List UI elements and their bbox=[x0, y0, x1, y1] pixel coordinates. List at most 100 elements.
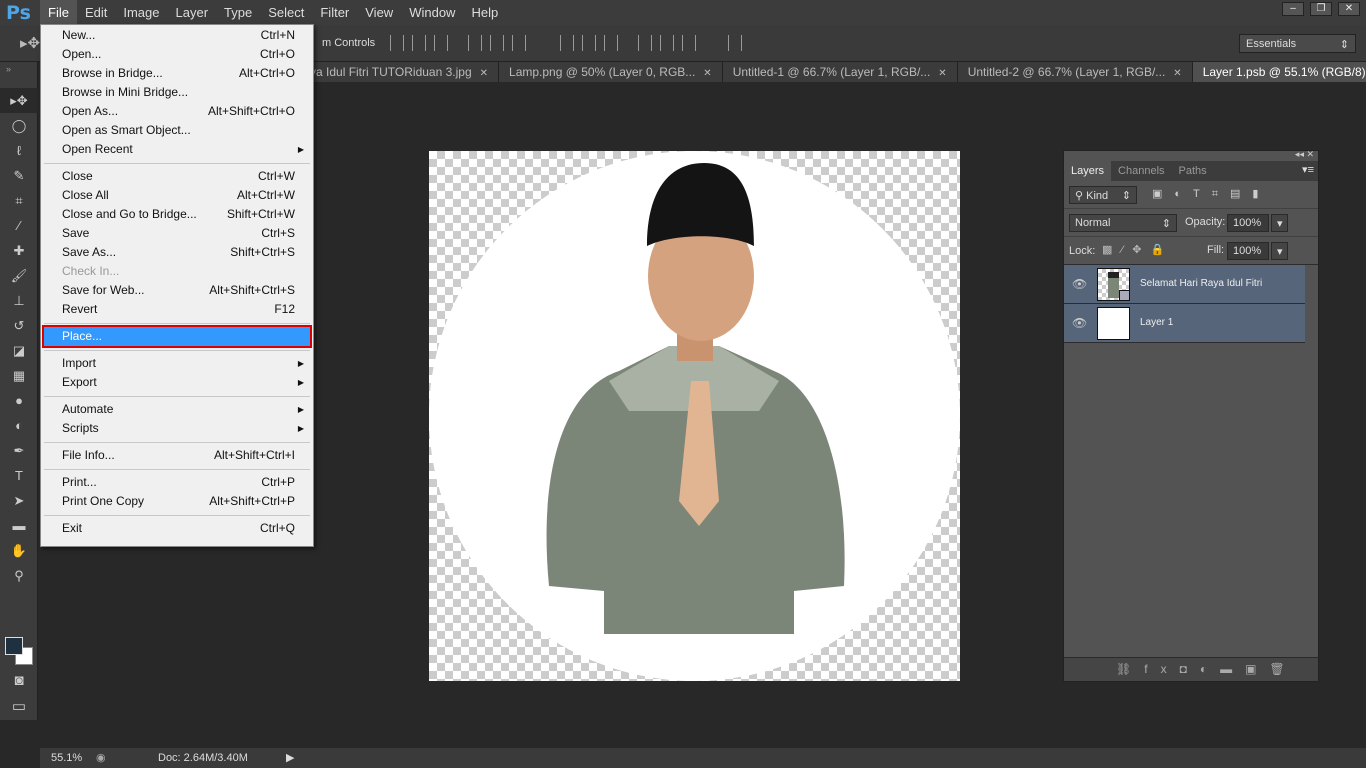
gradient-icon[interactable]: ▦ bbox=[0, 363, 38, 388]
close-icon[interactable]: ✕ bbox=[1338, 2, 1360, 16]
menu-file[interactable]: File bbox=[40, 0, 77, 25]
menu-edit[interactable]: Edit bbox=[77, 0, 115, 25]
screen-mode-icon[interactable]: ▭ bbox=[0, 694, 38, 719]
path-select-icon[interactable]: ➤ bbox=[0, 488, 38, 513]
menu-view[interactable]: View bbox=[357, 0, 401, 25]
menu-layer[interactable]: Layer bbox=[168, 0, 217, 25]
menu-item-browse-in-bridge[interactable]: Browse in Bridge... Alt+Ctrl+O bbox=[44, 64, 310, 83]
eye-icon[interactable]: 👁 bbox=[1072, 316, 1087, 330]
minimize-icon[interactable]: – bbox=[1282, 2, 1304, 16]
menu-item-save-as[interactable]: Save As... Shift+Ctrl+S bbox=[44, 243, 310, 262]
tab-close-icon[interactable]: ✕ bbox=[938, 68, 946, 79]
align-icon[interactable] bbox=[560, 35, 574, 51]
zoom-level[interactable]: 55.1% bbox=[51, 752, 82, 764]
zoom-icon[interactable]: ⚲ bbox=[0, 563, 38, 588]
menu-select[interactable]: Select bbox=[260, 0, 312, 25]
panel-collapse-close-icon[interactable]: ◂◂ ✕ bbox=[1295, 149, 1314, 160]
panel-tab-layers[interactable]: Layers bbox=[1064, 161, 1112, 181]
restore-icon[interactable]: ❐ bbox=[1310, 2, 1332, 16]
tab-close-icon[interactable]: ✕ bbox=[703, 68, 711, 79]
menu-item-scripts[interactable]: Scripts ▶ bbox=[44, 419, 310, 438]
tab-document[interactable]: Lamp.png @ 50% (Layer 0, RGB... ✕ bbox=[499, 62, 723, 82]
menu-item-automate[interactable]: Automate ▶ bbox=[44, 400, 310, 419]
opacity-input[interactable]: 100% bbox=[1227, 214, 1269, 232]
rectangle-icon[interactable]: ▬ bbox=[0, 513, 38, 538]
align-icon[interactable] bbox=[512, 35, 526, 51]
align-icon[interactable] bbox=[582, 35, 596, 51]
hand-icon[interactable]: ✋ bbox=[0, 538, 38, 563]
menu-item-file-info[interactable]: File Info... Alt+Shift+Ctrl+I bbox=[44, 446, 310, 465]
panel-tab-channels[interactable]: Channels bbox=[1111, 161, 1171, 181]
align-icon[interactable] bbox=[434, 35, 448, 51]
menu-item-open[interactable]: Open... Ctrl+O bbox=[44, 45, 310, 64]
blend-mode-select[interactable]: Normal ⇕ bbox=[1069, 214, 1177, 232]
align-icon[interactable] bbox=[412, 35, 426, 51]
stamp-icon[interactable]: ⊥ bbox=[0, 288, 38, 313]
lasso-icon[interactable]: ℓ bbox=[0, 138, 38, 163]
filter-kind-select[interactable]: ⚲ Kind ⇕ bbox=[1069, 186, 1137, 204]
menu-item-browse-in-mini-bridge[interactable]: Browse in Mini Bridge... bbox=[44, 83, 310, 102]
menu-item-close-all[interactable]: Close All Alt+Ctrl+W bbox=[44, 186, 310, 205]
menu-item-save[interactable]: Save Ctrl+S bbox=[44, 224, 310, 243]
tab-document[interactable]: Layer 1.psb @ 55.1% (RGB/8) *✕ bbox=[1192, 62, 1366, 82]
eye-icon[interactable]: 👁 bbox=[1072, 277, 1087, 291]
pen-icon[interactable]: ✒ bbox=[0, 438, 38, 463]
foreground-color-swatch[interactable] bbox=[5, 637, 23, 655]
lock-icons[interactable]: ▩⁄✥🔒 bbox=[1102, 243, 1173, 256]
panel-tab-paths[interactable]: Paths bbox=[1172, 161, 1214, 181]
menu-type[interactable]: Type bbox=[216, 0, 260, 25]
menu-item-print-one-copy[interactable]: Print One Copy Alt+Shift+Ctrl+P bbox=[44, 492, 310, 511]
panel-menu-icon[interactable]: ▾≡ bbox=[1302, 163, 1314, 176]
align-icon[interactable] bbox=[728, 35, 742, 51]
move-icon[interactable]: ▸✥ bbox=[0, 88, 38, 113]
menu-item-place[interactable]: Place... bbox=[42, 325, 312, 348]
align-icon[interactable] bbox=[660, 35, 674, 51]
align-icon[interactable] bbox=[604, 35, 618, 51]
menu-item-open-as[interactable]: Open As... Alt+Shift+Ctrl+O bbox=[44, 102, 310, 121]
layer-row[interactable]: 👁 Layer 1 bbox=[1064, 304, 1305, 343]
crop-icon[interactable]: ⌗ bbox=[0, 188, 38, 213]
marquee-icon[interactable]: ◯ bbox=[0, 113, 38, 138]
menu-item-save-for-web[interactable]: Save for Web... Alt+Shift+Ctrl+S bbox=[44, 281, 310, 300]
eyedropper-icon[interactable]: ⁄ bbox=[0, 213, 38, 238]
healing-icon[interactable]: ✚ bbox=[0, 238, 38, 263]
align-icon[interactable] bbox=[638, 35, 652, 51]
eraser-icon[interactable]: ◪ bbox=[0, 338, 38, 363]
document-canvas[interactable] bbox=[429, 151, 960, 681]
menu-item-import[interactable]: Import ▶ bbox=[44, 354, 310, 373]
tab-document[interactable]: Untitled-2 @ 66.7% (Layer 1, RGB/... ✕ bbox=[957, 62, 1193, 82]
menu-item-revert[interactable]: Revert F12 bbox=[44, 300, 310, 319]
fill-input[interactable]: 100% bbox=[1227, 242, 1269, 260]
menu-item-export[interactable]: Export ▶ bbox=[44, 373, 310, 392]
align-icon[interactable] bbox=[390, 35, 404, 51]
tab-close-icon[interactable]: ✕ bbox=[480, 68, 488, 79]
align-icon[interactable] bbox=[468, 35, 482, 51]
menu-item-print[interactable]: Print... Ctrl+P bbox=[44, 473, 310, 492]
menu-window[interactable]: Window bbox=[401, 0, 463, 25]
layer-actions-bar[interactable]: ⛓fx◘◐▬▣🗑 bbox=[1064, 657, 1318, 681]
blur-icon[interactable]: ● bbox=[0, 388, 38, 413]
status-menu-arrow-icon[interactable]: ▶ bbox=[286, 751, 294, 764]
align-icon[interactable] bbox=[490, 35, 504, 51]
filter-icons[interactable]: ▣◐T⌗▤▮ bbox=[1152, 187, 1270, 201]
fill-dropdown-icon[interactable]: ▾ bbox=[1271, 242, 1288, 260]
menu-item-exit[interactable]: Exit Ctrl+Q bbox=[44, 519, 310, 538]
menu-image[interactable]: Image bbox=[115, 0, 167, 25]
menu-item-open-as-smart-object[interactable]: Open as Smart Object... bbox=[44, 121, 310, 140]
workspace-switcher[interactable]: Essentials ⇕ bbox=[1239, 34, 1356, 53]
status-info-icon[interactable]: ◉ bbox=[96, 751, 106, 764]
menu-filter[interactable]: Filter bbox=[312, 0, 357, 25]
type-icon[interactable]: T bbox=[0, 463, 38, 488]
quick-mask-icon[interactable]: ◙ bbox=[0, 668, 38, 693]
tab-document[interactable]: Untitled-1 @ 66.7% (Layer 1, RGB/... ✕ bbox=[722, 62, 958, 82]
dodge-icon[interactable]: ◐ bbox=[0, 413, 38, 438]
quick-select-icon[interactable]: ✎ bbox=[0, 163, 38, 188]
menu-item-close[interactable]: Close Ctrl+W bbox=[44, 167, 310, 186]
move-tool-preset-icon[interactable]: ▸✥ bbox=[20, 34, 40, 52]
tab-close-icon[interactable]: ✕ bbox=[1173, 68, 1181, 79]
menu-item-open-recent[interactable]: Open Recent ▶ bbox=[44, 140, 310, 159]
history-brush-icon[interactable]: ↺ bbox=[0, 313, 38, 338]
opacity-dropdown-icon[interactable]: ▾ bbox=[1271, 214, 1288, 232]
align-icon[interactable] bbox=[682, 35, 696, 51]
brush-icon[interactable]: 🖌 bbox=[0, 263, 38, 288]
